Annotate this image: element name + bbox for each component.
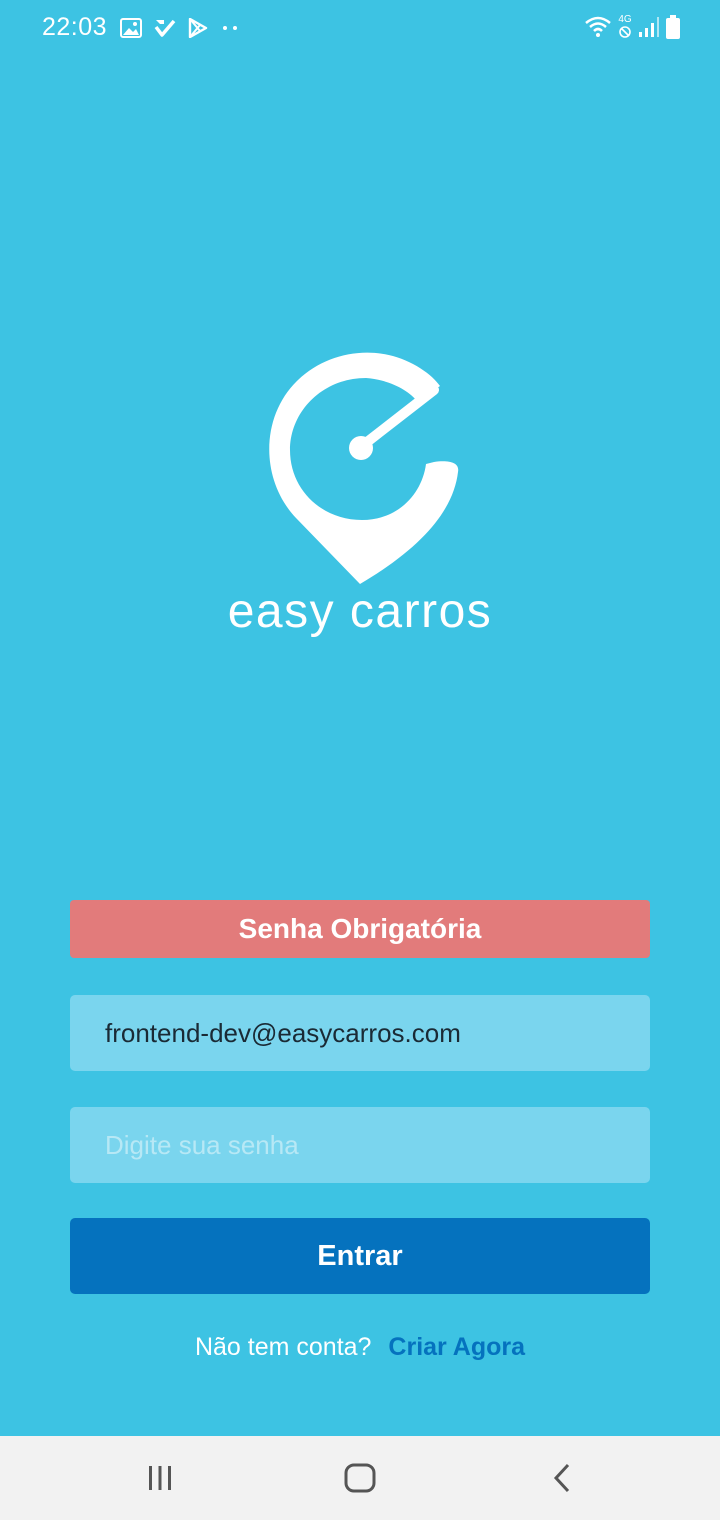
error-banner: Senha Obrigatória [70, 900, 650, 958]
system-icons: 4G [584, 12, 680, 42]
signup-prompt: Não tem conta? [194, 1333, 372, 1361]
status-bar: 22:03 4G [0, 0, 720, 56]
notification-icons [120, 14, 240, 42]
play-store-icon [188, 18, 208, 38]
email-field[interactable] [70, 995, 650, 1071]
brand-name: easy carros [227, 585, 493, 638]
mobile-data-icon: 4G [618, 15, 632, 39]
battery-icon [666, 15, 680, 39]
speedometer-pin-logo [258, 346, 464, 586]
signal-icon [638, 16, 660, 38]
create-account-link[interactable]: Criar Agora [388, 1333, 525, 1361]
network-type-label: 4G [618, 14, 632, 25]
password-field[interactable] [70, 1107, 650, 1183]
system-nav-bar [0, 1436, 720, 1520]
gallery-icon [120, 18, 142, 38]
check-app-icon [154, 18, 176, 38]
login-button[interactable]: Entrar [70, 1218, 650, 1294]
status-time: 22:03 [42, 13, 108, 41]
home-icon[interactable] [340, 1460, 380, 1496]
wifi-icon [584, 15, 612, 39]
back-icon[interactable] [542, 1460, 582, 1496]
recent-apps-icon[interactable] [140, 1460, 180, 1496]
login-screen: 22:03 4G easy carros Senha Obrigatória f… [0, 0, 720, 1520]
more-dots-icon [220, 24, 240, 32]
signup-row: Não tem conta? Criar Agora [0, 1333, 720, 1362]
